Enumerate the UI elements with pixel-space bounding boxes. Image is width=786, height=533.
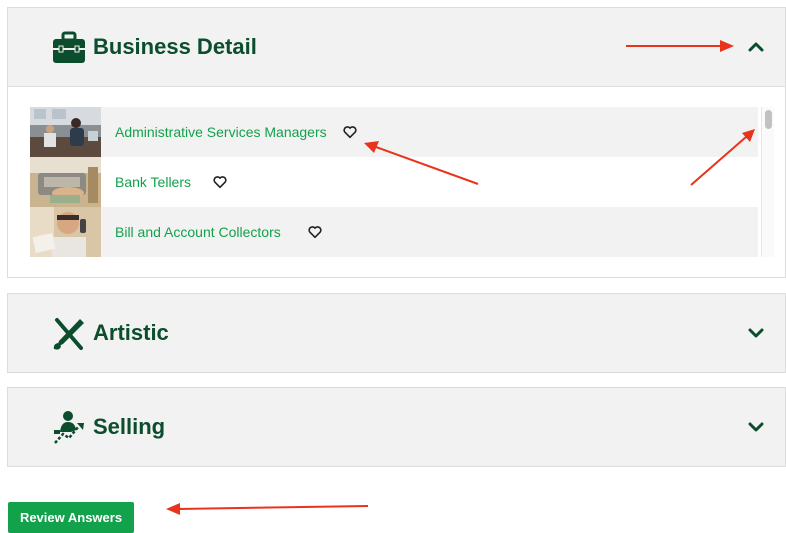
heart-icon[interactable] — [213, 175, 227, 189]
accordion-business-detail: Business Detail Administrative Services … — [7, 7, 786, 278]
cash-counting-photo — [30, 157, 101, 207]
briefcase-icon — [53, 31, 85, 63]
office-workers-photo — [30, 107, 101, 157]
review-answers-button[interactable]: Review Answers — [8, 502, 134, 533]
occupation-link[interactable]: Bank Tellers — [115, 157, 191, 207]
heart-icon[interactable] — [343, 125, 357, 139]
artistic-title: Artistic — [93, 320, 169, 345]
selling-title: Selling — [93, 414, 166, 439]
list-item: Bank Tellers — [30, 157, 758, 207]
list-scrollbar[interactable] — [761, 107, 774, 257]
business-detail-title: Business Detail — [93, 34, 257, 59]
occupation-link[interactable]: Administrative Services Managers — [115, 107, 327, 157]
occupation-list: Administrative Services Managers Bank Te… — [30, 107, 780, 257]
chevron-up-icon[interactable] — [747, 38, 765, 56]
artistic-header[interactable]: Artistic — [8, 294, 785, 372]
chevron-down-icon[interactable] — [747, 324, 765, 342]
brush-pencil-icon — [53, 318, 84, 350]
selling-header[interactable]: Selling — [8, 388, 785, 466]
occupation-link[interactable]: Bill and Account Collectors — [115, 207, 281, 257]
salesperson-icon — [54, 411, 84, 444]
heart-icon[interactable] — [308, 225, 322, 239]
business-detail-header[interactable]: Business Detail — [8, 8, 785, 87]
scrollbar-thumb[interactable] — [765, 110, 772, 129]
list-item: Administrative Services Managers — [30, 107, 758, 157]
accordion-artistic: Artistic — [7, 293, 786, 373]
man-on-phone-photo — [30, 207, 101, 257]
list-item: Bill and Account Collectors — [30, 207, 758, 257]
arrow-to-review-button — [166, 503, 369, 515]
accordion-selling: Selling — [7, 387, 786, 467]
chevron-down-icon[interactable] — [747, 418, 765, 436]
